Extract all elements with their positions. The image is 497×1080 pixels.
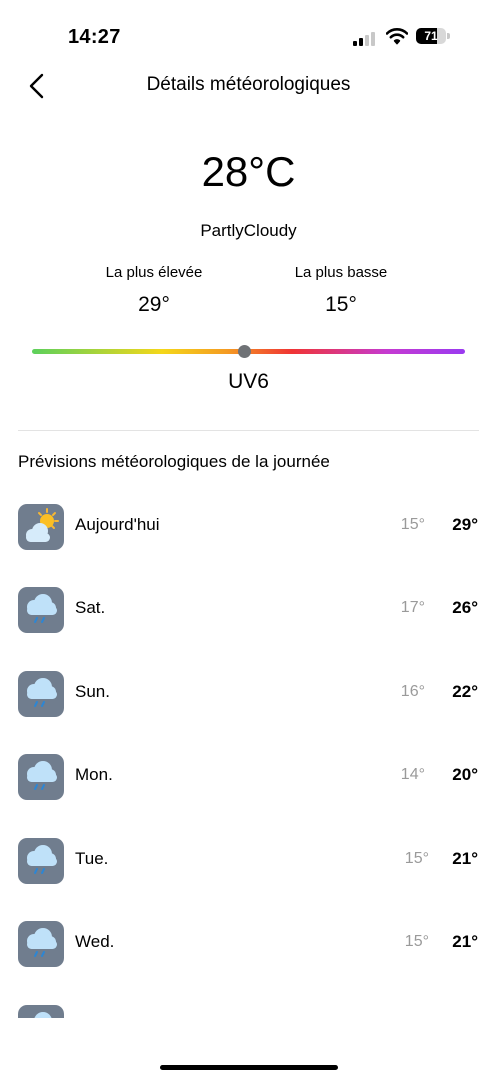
forecast-row[interactable]: Aujourd'hui 15° 29° [0,502,497,552]
forecast-day: Sun. [75,682,110,701]
current-condition: PartlyCloudy [200,221,297,240]
forecast-high: 26° [452,598,478,617]
high-label: La plus élevée [105,264,203,281]
rain-cloud-icon [18,1005,64,1018]
forecast-row[interactable] [0,1003,497,1018]
rain-cloud-icon [18,754,64,800]
low-label: La plus basse [294,264,388,281]
forecast-high: 20° [452,765,478,784]
forecast-high: 29° [452,515,478,534]
forecast-row[interactable]: Tue. 15° 21° [0,836,497,886]
rain-cloud-icon [18,671,64,717]
forecast-low: 16° [400,683,425,700]
forecast-row[interactable]: Mon. 14° 20° [0,752,497,802]
forecast-low: 17° [400,599,425,616]
high-value: 29° [138,293,170,316]
forecast-low: 15° [404,850,429,867]
forecast-low: 15° [400,516,425,533]
rain-cloud-icon [18,838,64,884]
low-value: 15° [325,293,357,316]
forecast-day: Mon. [75,765,113,784]
divider [18,430,479,431]
forecast-section-title: Prévisions météorologiques de la journée [18,452,330,471]
page-title: Détails météorologiques [146,74,351,95]
forecast-row[interactable]: Sat. 17° 26° [0,585,497,635]
cellular-signal-icon [353,32,377,46]
wifi-icon [386,28,408,45]
current-temperature: 28°C [201,148,296,195]
uv-index-marker [237,345,251,358]
uv-index-label: UV6 [228,370,269,393]
forecast-list[interactable]: Aujourd'hui 15° 29° Sat. 17° 26° Sun. 16… [0,500,497,1018]
battery-percent: 71 [424,29,438,43]
forecast-high: 21° [452,849,478,868]
home-indicator[interactable] [160,1065,338,1070]
forecast-high: 21° [452,932,478,951]
status-time: 14:27 [68,26,121,48]
forecast-row[interactable]: Wed. 15° 21° [0,919,497,969]
partly-cloudy-icon [18,504,64,550]
status-bar: 14:27 71 [0,0,497,74]
forecast-day: Wed. [75,932,115,951]
forecast-day: Sat. [75,598,106,617]
rain-cloud-icon [18,921,64,967]
forecast-day: Aujourd'hui [75,515,160,534]
forecast-row[interactable]: Sun. 16° 22° [0,669,497,719]
battery-icon: 71 [416,28,452,44]
rain-cloud-icon [18,587,64,633]
forecast-low: 15° [404,933,429,950]
forecast-low: 14° [400,766,425,783]
forecast-day: Tue. [75,849,109,868]
forecast-high: 22° [452,682,478,701]
